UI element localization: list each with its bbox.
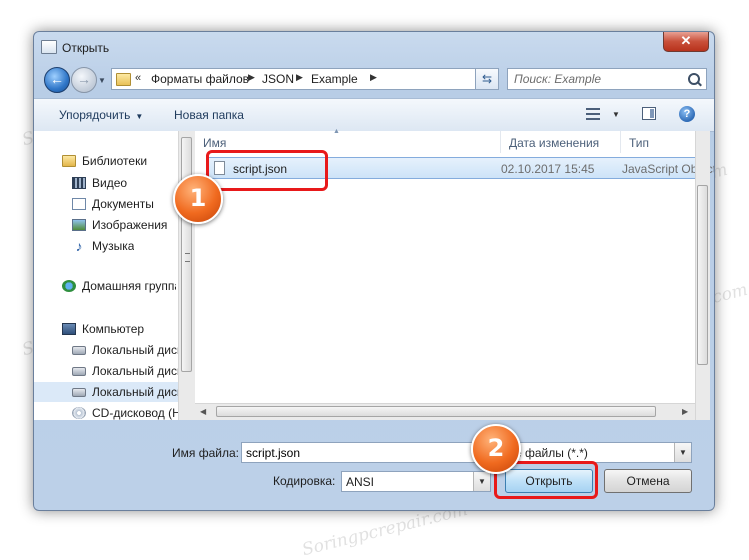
sidebar-item-label: CD-дисковод (H:) xyxy=(92,406,178,420)
preview-pane-icon[interactable] xyxy=(642,107,656,120)
sidebar-item-music[interactable]: ♪ Музыка xyxy=(34,236,178,256)
open-file-dialog: Открыть ✕ ← → ▼ « Форматы файлов ▶ JSON … xyxy=(33,31,715,511)
arrow-left-icon: ← xyxy=(50,71,64,87)
scrollbar-thumb[interactable] xyxy=(697,185,708,365)
window-title: Открыть xyxy=(62,41,110,55)
refresh-button[interactable]: ⇆ xyxy=(475,68,499,90)
chevron-right-icon[interactable]: ▶ xyxy=(248,72,255,83)
step-badge-2: 2 xyxy=(471,424,521,474)
chevron-right-icon[interactable]: ▶ xyxy=(296,72,303,83)
command-bar: Упорядочить ▼ Новая папка ▼ ? xyxy=(34,98,714,132)
sidebar-item-cd-drive[interactable]: CD-дисковод (H:) xyxy=(34,403,178,423)
cancel-button[interactable]: Отмена xyxy=(604,469,692,493)
drive-icon xyxy=(72,346,86,355)
chevron-down-icon[interactable]: ▼ xyxy=(473,472,490,491)
scrollbar-thumb[interactable] xyxy=(181,137,192,372)
arrow-right-icon: → xyxy=(77,71,91,87)
navigation-pane: Библиотеки Видео Документы Изображения ♪… xyxy=(34,131,178,420)
sidebar-item-drive-d[interactable]: Локальный диск (D:) xyxy=(34,361,178,381)
filename-field[interactable] xyxy=(241,442,491,463)
cd-drive-icon xyxy=(72,407,86,419)
sort-up-icon: ▲ xyxy=(333,128,340,135)
chevron-right-icon[interactable]: ▶ xyxy=(370,72,377,83)
recent-pages-dropdown-icon[interactable]: ▼ xyxy=(98,76,106,85)
library-icon xyxy=(62,155,76,167)
help-icon[interactable]: ? xyxy=(679,106,695,122)
dialog-icon xyxy=(41,40,57,54)
sidebar-item-documents[interactable]: Документы xyxy=(34,194,178,214)
sidebar-item-video[interactable]: Видео xyxy=(34,173,178,193)
breadcrumb-segment[interactable]: Example xyxy=(311,72,358,86)
search-box[interactable] xyxy=(507,68,707,90)
sidebar-item-label: Локальный диск (D:) xyxy=(92,364,178,378)
sidebar-item-label: Локальный диск (C:) xyxy=(92,343,178,357)
sidebar-item-label: Домашняя группа xyxy=(82,279,176,293)
drive-icon xyxy=(72,388,86,397)
search-icon[interactable] xyxy=(688,73,700,85)
back-button[interactable]: ← xyxy=(44,67,70,93)
sidebar-item-libraries[interactable]: Библиотеки xyxy=(34,151,178,171)
sidebar-item-label: Музыка xyxy=(92,239,135,253)
breadcrumb-segment[interactable]: Форматы файлов xyxy=(151,72,249,86)
encoding-label: Кодировка: xyxy=(273,474,336,488)
sidebar-item-label: Локальный диск (E:) xyxy=(92,385,178,399)
forward-button[interactable]: → xyxy=(71,67,97,93)
organize-button[interactable]: Упорядочить ▼ xyxy=(59,108,143,122)
documents-icon xyxy=(72,198,86,210)
filename-label: Имя файла: xyxy=(172,446,239,460)
filetype-select[interactable]: Все файлы (*.*) ▼ xyxy=(496,442,692,463)
sidebar-item-homegroup[interactable]: Домашняя группа xyxy=(34,276,178,296)
folder-icon xyxy=(116,73,131,86)
chevron-down-icon[interactable]: ▼ xyxy=(674,443,691,462)
file-list-vertical-scrollbar[interactable] xyxy=(695,131,710,420)
sidebar-item-label: Библиотеки xyxy=(82,154,148,168)
drive-icon xyxy=(72,367,86,376)
sidebar-item-computer[interactable]: Компьютер xyxy=(34,319,178,339)
close-button[interactable]: ✕ xyxy=(663,32,709,52)
file-date: 02.10.2017 15:45 xyxy=(501,162,595,176)
scroll-right-icon[interactable]: ▶ xyxy=(682,407,688,416)
view-options-icon[interactable] xyxy=(586,108,600,120)
address-overflow[interactable]: « xyxy=(135,72,141,84)
close-icon: ✕ xyxy=(680,33,692,48)
breadcrumb-segment[interactable]: JSON xyxy=(262,72,294,86)
scroll-left-icon[interactable]: ◀ xyxy=(200,407,206,416)
encoding-select[interactable]: ANSI ▼ xyxy=(341,471,491,492)
filename-input[interactable] xyxy=(242,443,490,462)
navigation-bar: ← → ▼ « Форматы файлов ▶ JSON ▶ Example … xyxy=(34,63,714,97)
homegroup-icon xyxy=(62,280,76,292)
sidebar-item-images[interactable]: Изображения xyxy=(34,215,178,235)
view-dropdown-icon[interactable]: ▼ xyxy=(612,110,620,119)
title-bar[interactable]: Открыть ✕ xyxy=(34,32,714,62)
sidebar-item-label: Документы xyxy=(92,197,154,211)
sidebar-item-label: Видео xyxy=(92,176,128,190)
column-header-date[interactable]: Дата изменения xyxy=(501,131,621,153)
images-icon xyxy=(72,219,86,231)
encoding-value: ANSI xyxy=(346,475,375,489)
grip-icon xyxy=(185,253,190,262)
video-icon xyxy=(72,177,86,189)
music-icon: ♪ xyxy=(75,238,83,254)
address-bar[interactable]: « Форматы файлов ▶ JSON ▶ Example ▶ ▼ xyxy=(111,68,498,90)
step-badge-1: 1 xyxy=(173,174,223,224)
search-input[interactable] xyxy=(508,69,689,89)
scrollbar-thumb[interactable] xyxy=(216,406,656,417)
refresh-icon: ⇆ xyxy=(481,72,493,86)
new-folder-button[interactable]: Новая папка xyxy=(174,108,244,122)
sidebar-item-drive-e[interactable]: Локальный диск (E:) xyxy=(34,382,178,402)
computer-icon xyxy=(62,323,76,335)
sidebar-item-label: Изображения xyxy=(92,218,168,232)
sidebar-item-label: Компьютер xyxy=(82,322,145,336)
chevron-down-icon: ▼ xyxy=(135,112,144,121)
file-list-horizontal-scrollbar[interactable]: ◀ ▶ xyxy=(195,403,695,420)
highlight-frame-file xyxy=(206,150,328,191)
sidebar-item-drive-c[interactable]: Локальный диск (C:) xyxy=(34,340,178,360)
